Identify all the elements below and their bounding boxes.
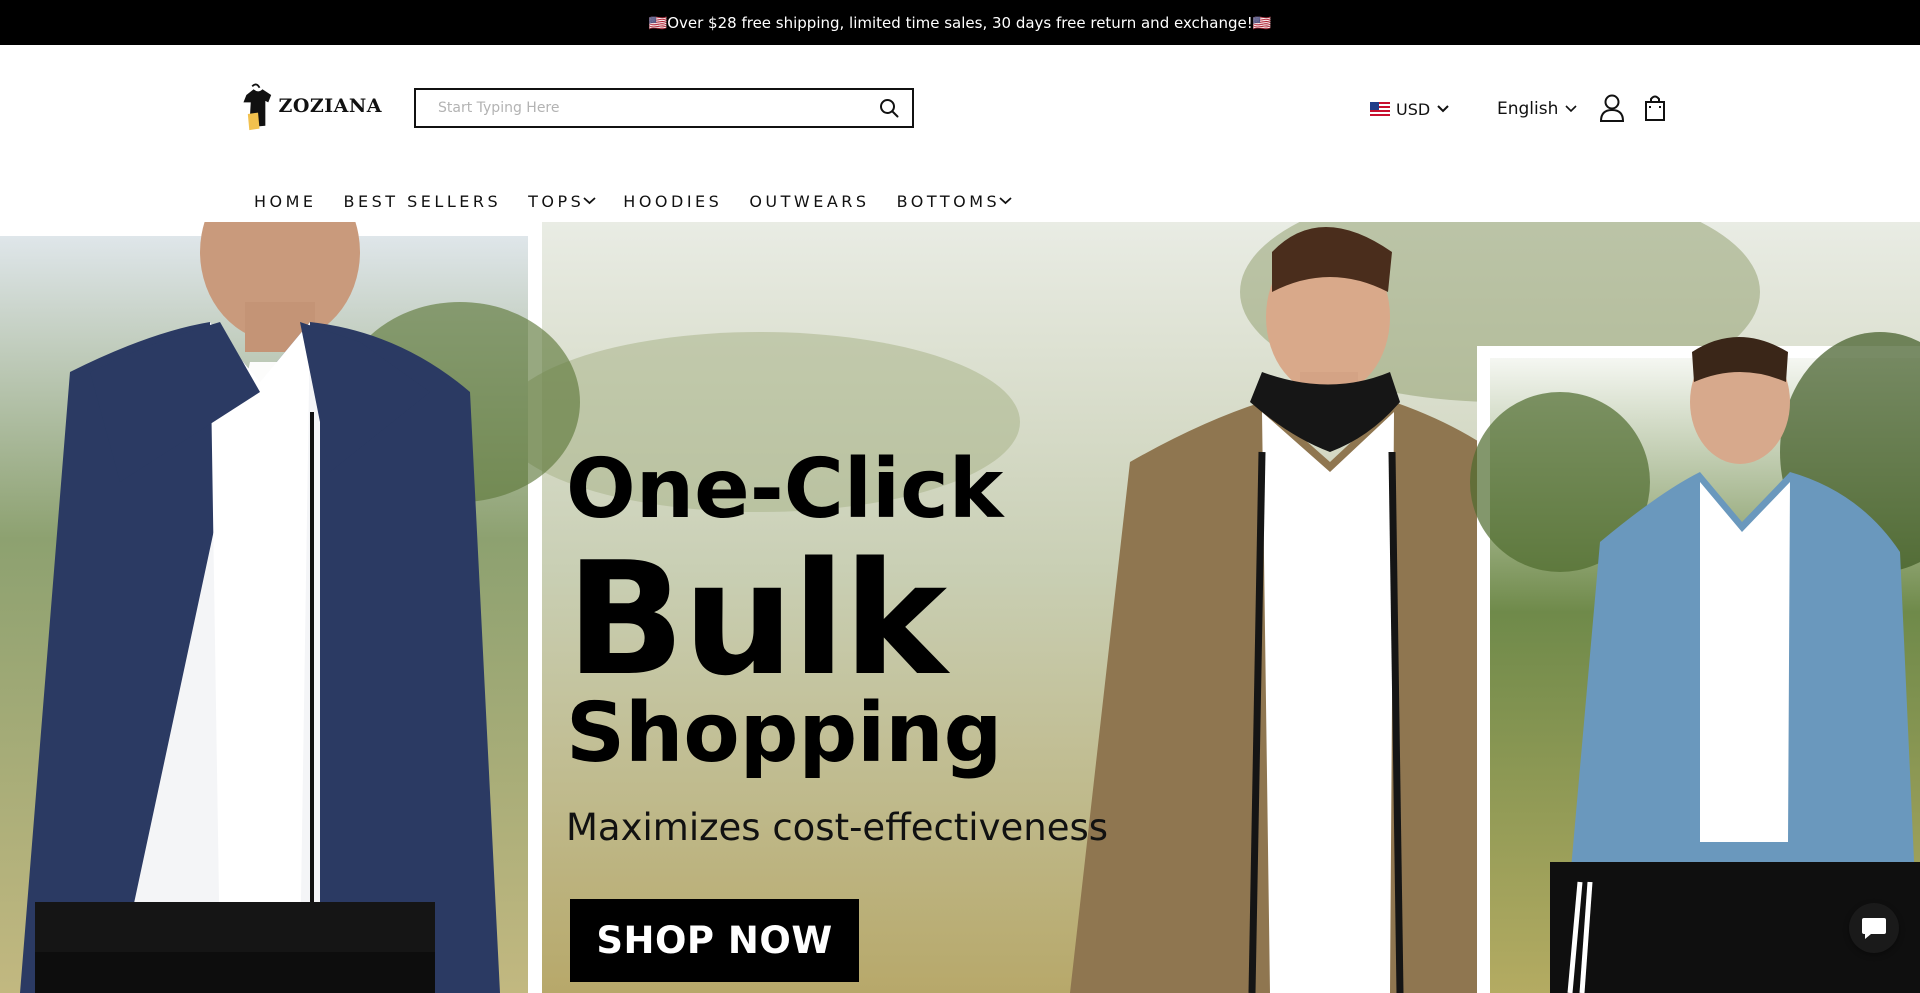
main-navigation: HOME BEST SELLERS TOPS HOODIES OUTWEARS … bbox=[254, 183, 1039, 219]
site-header: ZOZIANA USD English bbox=[0, 45, 1920, 235]
chevron-down-icon bbox=[583, 197, 596, 205]
hero-headline-line3: Shopping bbox=[566, 686, 1003, 781]
shopping-bag-icon[interactable] bbox=[1644, 94, 1666, 121]
chevron-down-icon bbox=[1437, 105, 1449, 113]
nav-item-home[interactable]: HOME bbox=[254, 192, 317, 211]
brand-logo[interactable]: ZOZIANA bbox=[242, 71, 382, 141]
nav-item-best-sellers[interactable]: BEST SELLERS bbox=[344, 192, 502, 211]
search-icon bbox=[880, 99, 899, 118]
tshirt-bag-logo-icon bbox=[243, 83, 272, 131]
language-selector[interactable]: English bbox=[1497, 97, 1577, 121]
nav-item-tops[interactable]: TOPS bbox=[528, 192, 596, 211]
announcement-bar: 🇺🇸Over $28 free shipping, limited time s… bbox=[0, 0, 1920, 45]
user-icon[interactable] bbox=[1599, 94, 1625, 122]
currency-label: USD bbox=[1396, 99, 1431, 119]
chevron-down-icon bbox=[1565, 105, 1577, 113]
hero-headline-line2: Bulk bbox=[566, 528, 947, 710]
shop-now-button[interactable]: SHOP NOW bbox=[570, 899, 859, 982]
nav-item-outwears[interactable]: OUTWEARS bbox=[749, 192, 869, 211]
chat-widget-button[interactable] bbox=[1849, 903, 1899, 953]
hero-background-image bbox=[0, 222, 1920, 993]
search-button[interactable] bbox=[866, 90, 912, 126]
search-bar bbox=[414, 88, 914, 128]
currency-selector[interactable]: USD bbox=[1370, 97, 1449, 121]
language-label: English bbox=[1497, 99, 1559, 119]
announcement-text: 🇺🇸Over $28 free shipping, limited time s… bbox=[648, 13, 1272, 32]
brand-name: ZOZIANA bbox=[278, 95, 382, 117]
chevron-down-icon bbox=[999, 197, 1012, 205]
nav-item-bottoms[interactable]: BOTTOMS bbox=[897, 192, 1013, 211]
hero-headline-line1: One-Click bbox=[566, 442, 1004, 537]
chat-bubble-icon bbox=[1862, 918, 1886, 939]
search-input[interactable] bbox=[416, 90, 866, 126]
nav-item-hoodies[interactable]: HOODIES bbox=[623, 192, 722, 211]
hero-banner[interactable]: One-Click Bulk Shopping Maximizes cost-e… bbox=[0, 222, 1920, 993]
hero-subtitle: Maximizes cost-effectiveness bbox=[566, 806, 1109, 849]
us-flag-icon bbox=[1370, 102, 1390, 116]
